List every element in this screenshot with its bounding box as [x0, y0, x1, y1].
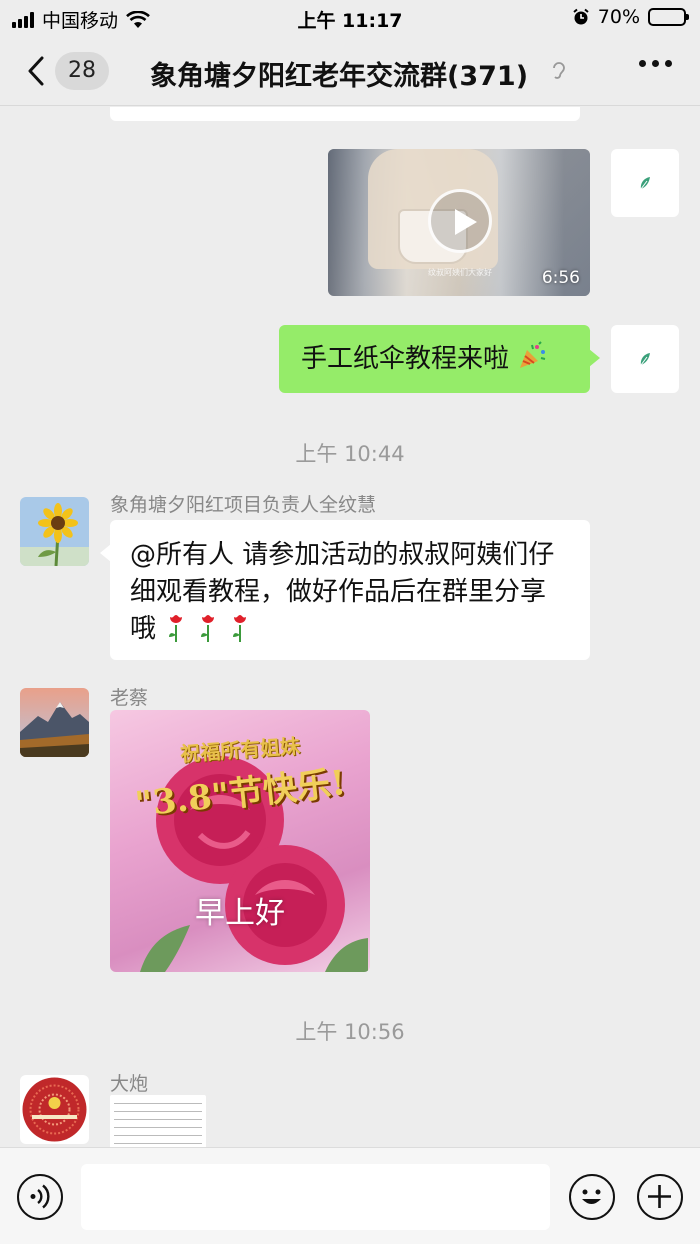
sunflower-avatar[interactable]	[20, 497, 89, 566]
leaf-avatar-icon	[640, 353, 650, 366]
video-caption: 纹叔阿姨们大家好	[428, 268, 492, 277]
status-right: 70%	[572, 6, 689, 28]
mountain-landscape-icon	[20, 688, 89, 757]
previous-message-bubble[interactable]	[110, 107, 580, 121]
image-caption-bottom: 早上好	[195, 896, 285, 931]
image-message[interactable]: 祝福所有姐妹 "3.8"节快乐! 早上好	[110, 710, 370, 972]
emoji-button[interactable]	[569, 1174, 615, 1220]
play-icon[interactable]	[428, 189, 492, 253]
message-timestamp: 上午 10:56	[295, 1020, 405, 1044]
plus-icon	[648, 1185, 671, 1208]
mute-ear-icon	[553, 62, 565, 79]
video-duration: 6:56	[541, 268, 580, 288]
mountain-avatar[interactable]	[20, 688, 89, 757]
rose-icon	[169, 615, 183, 642]
sender-name: 象角塘夕阳红项目负责人全纹慧	[110, 494, 377, 516]
self-message-text: 手工纸伞教程来啦	[301, 344, 510, 374]
message-timestamp: 上午 10:44	[295, 442, 405, 466]
chat-messages[interactable]: 纹叔阿姨们大家好 6:56 手工纸伞教程来啦 上午 10:44 象角塘夕阳红项目…	[0, 107, 700, 1147]
chat-header: 28 象角塘夕阳红老年交流群(371)	[0, 36, 700, 106]
voice-input-button[interactable]	[17, 1174, 63, 1220]
back-arrow-icon[interactable]	[22, 54, 52, 88]
red-emblem-avatar[interactable]	[20, 1075, 89, 1144]
document-thumbnail[interactable]	[110, 1095, 206, 1147]
status-bar: 中国移动 上午 11:17 70%	[0, 0, 700, 36]
input-bar	[0, 1147, 700, 1244]
chat-title: 象角塘夕阳红老年交流群(371)	[150, 61, 529, 92]
leaf-avatar-icon	[640, 177, 650, 190]
more-options-button[interactable]	[639, 60, 672, 67]
battery-percent: 70%	[597, 6, 640, 28]
alarm-icon	[573, 8, 589, 25]
smiley-face-icon	[582, 1189, 601, 1204]
text-message[interactable]: @所有人 请参加活动的叔叔阿姨们仔细观看教程，做好作品后在群里分享哦	[100, 520, 590, 660]
rose-icon	[201, 615, 215, 642]
self-text-message[interactable]: 手工纸伞教程来啦	[279, 325, 600, 393]
rose-icon	[233, 615, 247, 642]
party-popper-icon	[520, 341, 546, 368]
self-avatar[interactable]	[611, 325, 679, 393]
message-input[interactable]	[81, 1164, 550, 1230]
rose-emojis	[156, 614, 260, 644]
sender-name: 老蔡	[110, 687, 149, 709]
more-actions-button[interactable]	[637, 1174, 683, 1220]
battery-icon	[648, 8, 689, 26]
sender-name: 大炮	[110, 1073, 149, 1095]
video-message[interactable]: 纹叔阿姨们大家好 6:56	[328, 149, 590, 296]
sunflower-icon	[20, 497, 89, 566]
voice-icon	[30, 1184, 50, 1209]
red-emblem-icon	[20, 1075, 89, 1144]
unread-count-badge[interactable]: 28	[55, 52, 109, 90]
self-avatar[interactable]	[611, 149, 679, 217]
